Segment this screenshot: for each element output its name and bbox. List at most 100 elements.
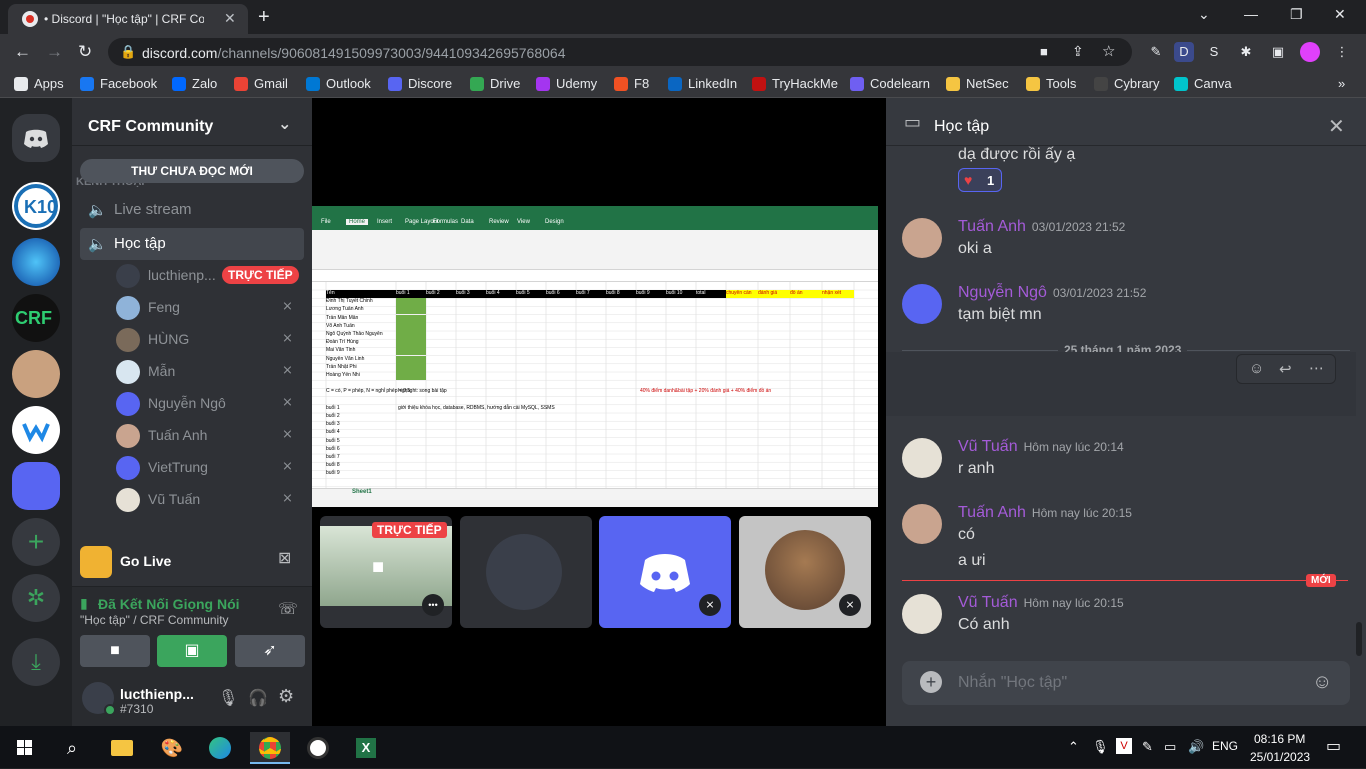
excel-header-cell[interactable]: đánh giá xyxy=(758,290,790,298)
excel-name-cell[interactable]: Trần Mẫn Mẫn xyxy=(326,315,396,321)
reload-button[interactable]: ↻ xyxy=(78,42,92,62)
bookmark-item[interactable]: Discore xyxy=(388,76,452,91)
url-input[interactable]: 🔒 discord.com/channels/90608149150997300… xyxy=(108,38,1132,66)
bookmark-item[interactable]: Cybrary xyxy=(1094,76,1160,91)
windows-start-icon[interactable] xyxy=(4,732,44,764)
tab-search-icon[interactable]: ⌄ xyxy=(1198,6,1210,23)
excel-header-cell[interactable]: Tên xyxy=(326,290,396,298)
excel-tab[interactable]: View xyxy=(514,219,533,225)
forward-button[interactable]: → xyxy=(46,42,63,62)
clock-date[interactable]: 25/01/2023 xyxy=(1250,750,1310,764)
profile-avatar[interactable] xyxy=(1300,42,1320,62)
excel-tab[interactable]: Design xyxy=(542,219,567,225)
server-blue-orb[interactable] xyxy=(12,238,60,286)
bookmark-item[interactable]: Apps xyxy=(14,76,64,91)
excel-attendance-cell[interactable] xyxy=(396,372,426,380)
voice-user[interactable]: VietTrung ⨯ xyxy=(116,454,304,482)
message-avatar[interactable] xyxy=(902,284,942,324)
back-button[interactable]: ← xyxy=(14,42,31,62)
bookmarks-more-icon[interactable]: » xyxy=(1338,76,1345,91)
server-header[interactable]: CRF Community ⌄ xyxy=(72,98,312,146)
bookmark-item[interactable]: Codelearn xyxy=(850,76,930,91)
headphones-icon[interactable]: 🎧 xyxy=(248,688,268,708)
excel-attendance-cell[interactable] xyxy=(396,306,426,315)
excel-header-cell[interactable]: buổi 8 xyxy=(606,290,636,298)
share-icon[interactable]: ⇪ xyxy=(1072,43,1084,60)
obs-icon[interactable] xyxy=(298,732,338,764)
channel-live-stream[interactable]: 🔈 Live stream xyxy=(80,194,304,226)
emoji-icon[interactable]: ☺ xyxy=(1312,671,1332,694)
excel-attendance-cell[interactable] xyxy=(396,355,426,364)
bookmark-item[interactable]: Udemy xyxy=(536,76,597,91)
settings-gear-icon[interactable]: ⚙ xyxy=(278,686,294,707)
bookmark-star-icon[interactable]: ☆ xyxy=(1102,42,1115,60)
excel-attendance-cell[interactable] xyxy=(396,298,426,307)
excel-header-cell[interactable]: buổi 7 xyxy=(576,290,606,298)
excel-header-cell[interactable]: nhận xét xyxy=(822,290,854,298)
excel-attendance-cell[interactable] xyxy=(396,363,426,372)
input-language[interactable]: ENG xyxy=(1212,739,1238,753)
chrome-taskbar-icon[interactable] xyxy=(250,732,290,764)
add-server-icon[interactable]: + xyxy=(12,518,60,566)
bookmark-item[interactable]: Zalo xyxy=(172,76,217,91)
voice-status[interactable]: Đã Kết Nối Giọng Nói xyxy=(98,596,240,612)
bookmark-item[interactable]: Drive xyxy=(470,76,520,91)
excel-header-cell[interactable]: total xyxy=(696,290,726,298)
message-author[interactable]: Tuấn Anh xyxy=(958,504,1026,521)
excel-header-cell[interactable]: buổi 1 xyxy=(396,290,426,298)
excel-header-cell[interactable]: buổi 5 xyxy=(516,290,546,298)
message-avatar[interactable] xyxy=(902,438,942,478)
excel-name-cell[interactable]: Ngô Quỳnh Thảo Nguyên xyxy=(326,331,396,337)
voice-user[interactable]: Nguyễn Ngô ⨯ xyxy=(116,390,304,418)
message-avatar[interactable] xyxy=(902,218,942,258)
download-apps-icon[interactable]: ⤓ xyxy=(12,638,60,686)
excel-attendance-cell[interactable] xyxy=(396,314,426,323)
excel-lesson-cell[interactable]: buổi 6 xyxy=(326,446,340,452)
extension-pen-icon[interactable]: ✎ xyxy=(1146,42,1166,62)
more-options-icon[interactable]: ••• xyxy=(422,594,444,616)
tray-chevron-icon[interactable]: ⌃ xyxy=(1068,739,1079,755)
paint-icon[interactable]: 🎨 xyxy=(152,732,192,764)
window-close-button[interactable]: ✕ xyxy=(1334,6,1346,23)
participant-tile-discord[interactable]: ⨯ xyxy=(599,516,731,628)
excel-lesson-cell[interactable]: buổi 7 xyxy=(326,454,340,460)
discord-home-button[interactable] xyxy=(12,114,60,162)
voice-user[interactable]: lucthienp... TRỰC TIẾP xyxy=(116,262,304,290)
microphone-icon[interactable]: 🎙 xyxy=(218,688,238,708)
excel-attendance-cell[interactable] xyxy=(396,322,426,331)
excel-attendance-cell[interactable] xyxy=(396,347,426,356)
camera-button[interactable]: ■ xyxy=(80,635,150,667)
excel-header-cell[interactable]: buổi 9 xyxy=(636,290,666,298)
excel-name-cell[interactable]: Lương Tuấn Anh xyxy=(326,306,396,312)
edge-icon[interactable] xyxy=(200,732,240,764)
new-tab-button[interactable]: + xyxy=(258,6,270,29)
excel-name-cell[interactable]: Đinh Thị Tuyết Chinh xyxy=(326,298,396,304)
file-explorer-icon[interactable] xyxy=(102,732,142,764)
excel-tab[interactable]: Review xyxy=(486,219,512,225)
excel-lesson-cell[interactable]: buổi 4 xyxy=(326,429,340,435)
server-wave-logo[interactable] xyxy=(12,406,60,454)
bookmark-item[interactable]: Facebook xyxy=(80,76,157,91)
close-chat-icon[interactable]: ✕ xyxy=(1328,114,1345,139)
extension-d-icon[interactable]: D xyxy=(1174,42,1194,62)
chrome-menu-icon[interactable]: ⋮ xyxy=(1332,42,1352,62)
bookmark-item[interactable]: LinkedIn xyxy=(668,76,737,91)
excel-header-cell[interactable]: buổi 4 xyxy=(486,290,516,298)
excel-name-cell[interactable]: Đoàn Trí Hùng xyxy=(326,339,396,345)
excel-tab[interactable]: Insert xyxy=(374,219,395,225)
side-panel-icon[interactable]: ▣ xyxy=(1268,42,1288,62)
disconnect-icon[interactable]: ☏ xyxy=(278,599,298,619)
excel-header-cell[interactable]: buổi 2 xyxy=(426,290,456,298)
excel-header-cell[interactable]: chuyên cần xyxy=(726,290,758,298)
bookmark-item[interactable]: TryHackMe xyxy=(752,76,838,91)
reply-icon[interactable]: ↩ xyxy=(1279,360,1292,378)
server-k10[interactable]: K10 xyxy=(12,182,60,230)
tray-pen-icon[interactable]: ✎ xyxy=(1142,739,1153,755)
restore-button[interactable]: ❐ xyxy=(1290,6,1303,23)
reaction-heart[interactable]: ♥ 1 xyxy=(958,168,1002,192)
share-screen-button[interactable]: ▣ xyxy=(157,635,227,667)
message-author[interactable]: Nguyễn Ngô xyxy=(958,284,1047,301)
voice-user[interactable]: Mẫn ⨯ xyxy=(116,358,304,386)
excel-name-cell[interactable]: Nguyễn Văn Linh xyxy=(326,356,396,362)
voice-user[interactable]: Vũ Tuấn ⨯ xyxy=(116,486,304,514)
